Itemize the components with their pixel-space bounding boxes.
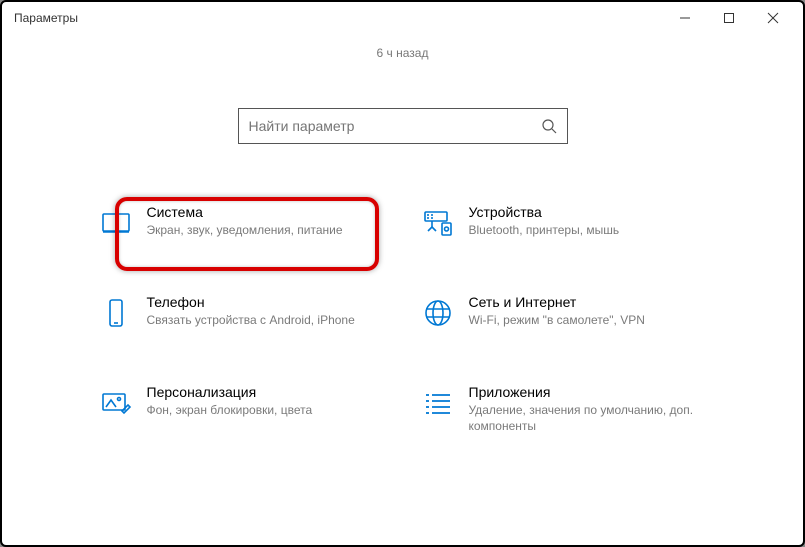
tile-apps[interactable]: Приложения Удаление, значения по умолчан… xyxy=(415,378,713,440)
tile-title: Телефон xyxy=(147,294,381,310)
phone-icon xyxy=(99,296,133,330)
tile-network[interactable]: Сеть и Интернет Wi-Fi, режим "в самолете… xyxy=(415,288,713,336)
tile-desc: Удаление, значения по умолчанию, доп. ко… xyxy=(469,402,703,434)
tile-desc: Экран, звук, уведомления, питание xyxy=(147,222,381,238)
network-icon xyxy=(421,296,455,330)
window-title: Параметры xyxy=(10,11,78,25)
personalization-icon xyxy=(99,386,133,420)
subtitle-text: 6 ч назад xyxy=(2,46,803,60)
system-icon xyxy=(99,206,133,240)
devices-icon xyxy=(421,206,455,240)
tile-desc: Связать устройства с Android, iPhone xyxy=(147,312,381,328)
tile-title: Система xyxy=(147,204,381,220)
tile-desc: Wi-Fi, режим "в самолете", VPN xyxy=(469,312,703,328)
tile-title: Сеть и Интернет xyxy=(469,294,703,310)
tile-system[interactable]: Система Экран, звук, уведомления, питани… xyxy=(93,198,391,246)
tile-desc: Bluetooth, принтеры, мышь xyxy=(469,222,703,238)
tile-phone[interactable]: Телефон Связать устройства с Android, iP… xyxy=(93,288,391,336)
apps-icon xyxy=(421,386,455,420)
tile-title: Персонализация xyxy=(147,384,381,400)
close-button[interactable] xyxy=(751,4,795,32)
tile-personalization[interactable]: Персонализация Фон, экран блокировки, цв… xyxy=(93,378,391,440)
tile-title: Приложения xyxy=(469,384,703,400)
tile-title: Устройства xyxy=(469,204,703,220)
maximize-button[interactable] xyxy=(707,4,751,32)
minimize-button[interactable] xyxy=(663,4,707,32)
search-input[interactable] xyxy=(249,118,541,134)
tile-devices[interactable]: Устройства Bluetooth, принтеры, мышь xyxy=(415,198,713,246)
tile-desc: Фон, экран блокировки, цвета xyxy=(147,402,381,418)
titlebar: Параметры xyxy=(2,2,803,34)
search-box[interactable] xyxy=(238,108,568,144)
settings-grid: Система Экран, звук, уведомления, питани… xyxy=(93,198,713,440)
search-icon xyxy=(541,118,557,134)
